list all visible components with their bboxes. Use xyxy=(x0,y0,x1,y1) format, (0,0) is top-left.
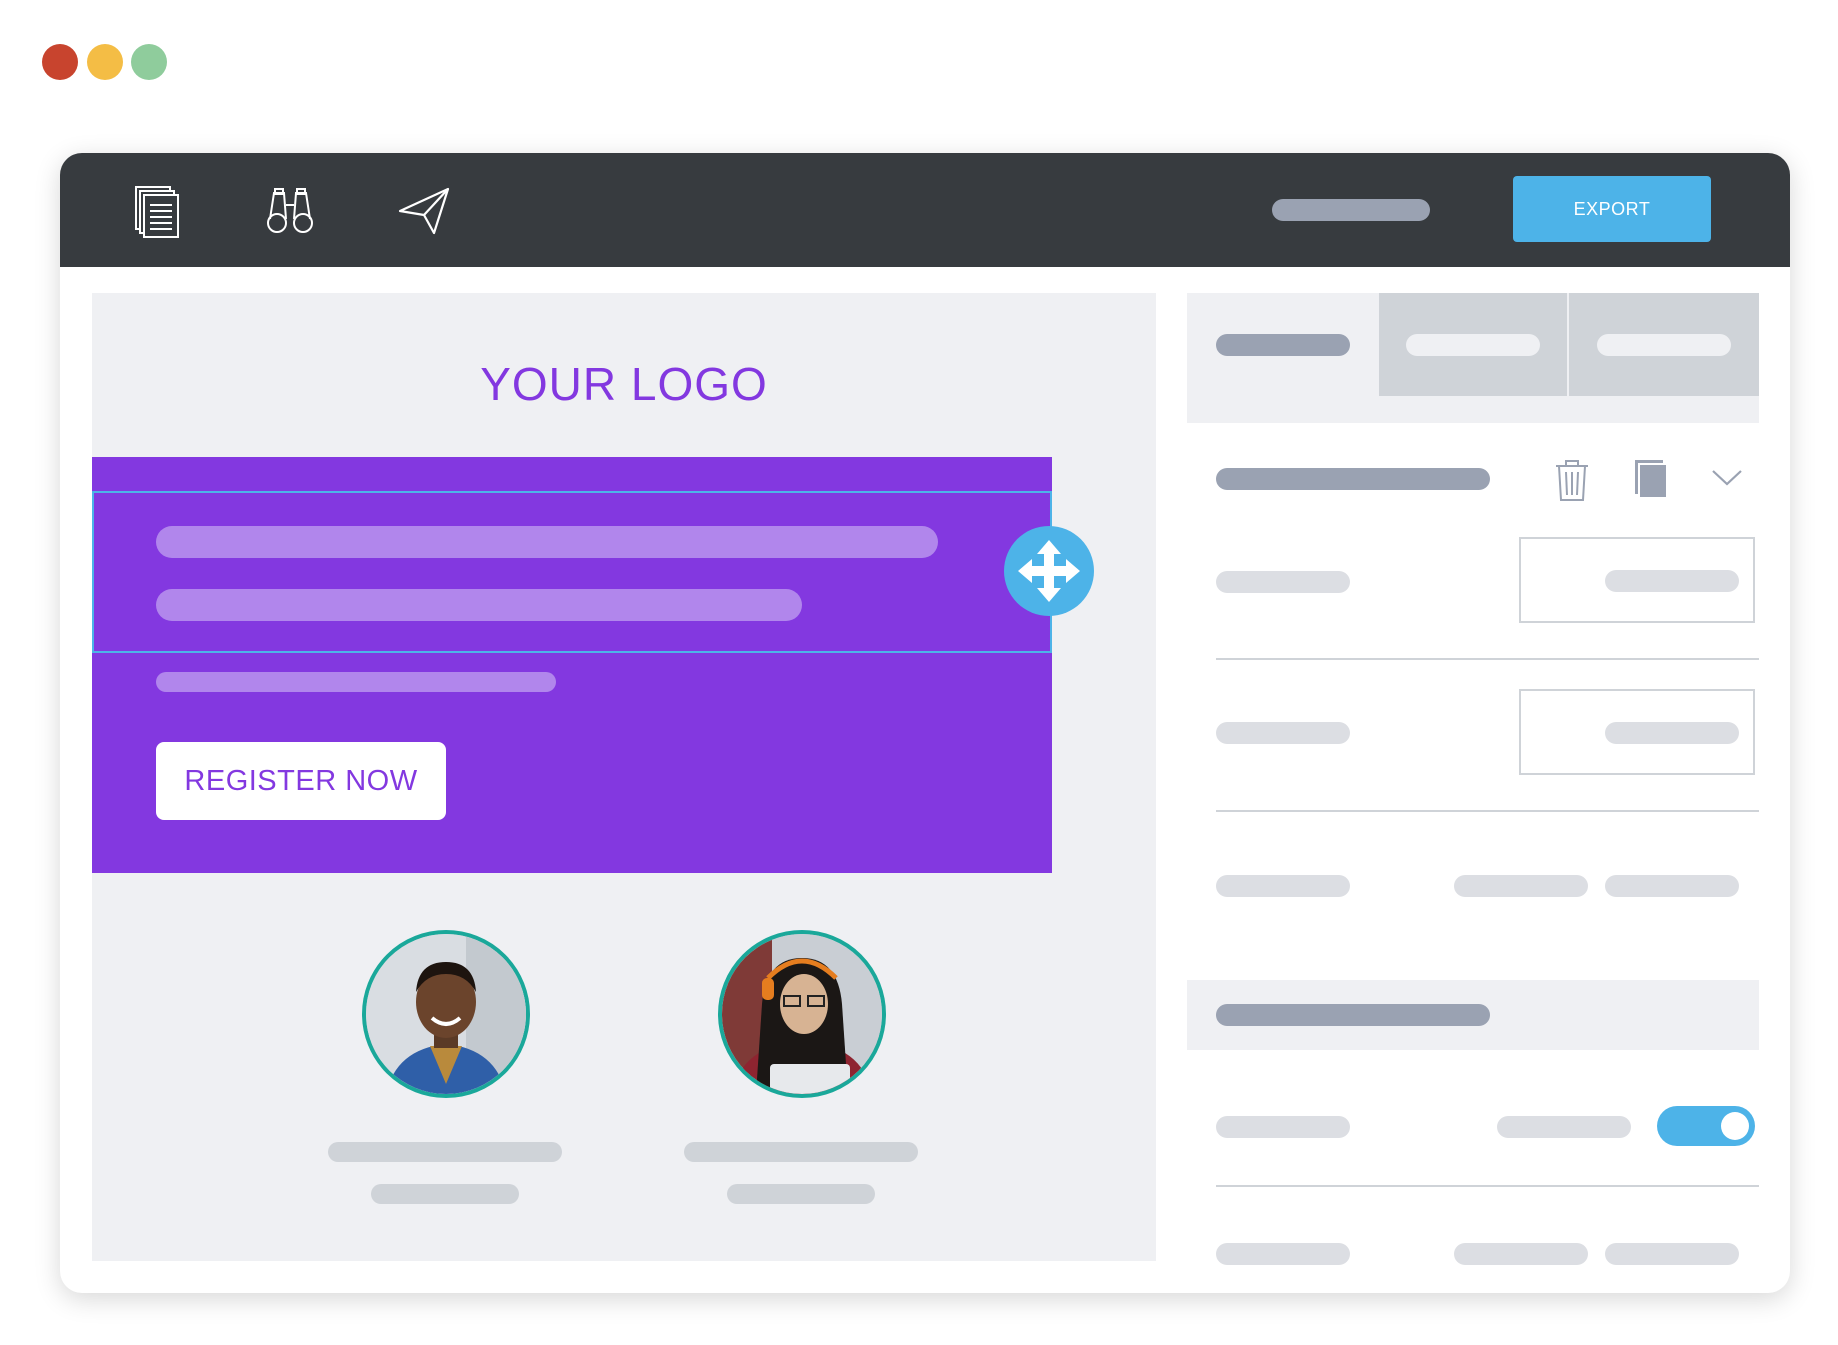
property-2-value xyxy=(1605,722,1739,744)
speaker-2-name-placeholder xyxy=(684,1142,918,1162)
hero-subtext-line xyxy=(156,672,556,692)
tab-2-label xyxy=(1406,334,1540,356)
tab-3[interactable] xyxy=(1569,293,1759,396)
move-handle[interactable] xyxy=(1004,526,1094,616)
chevron-down-icon[interactable] xyxy=(1710,465,1744,489)
editor-window: EXPORT YOUR LOGO REGISTER NOW xyxy=(60,153,1790,1293)
pages-icon[interactable] xyxy=(130,183,186,239)
toolbar-search-placeholder[interactable] xyxy=(1272,199,1430,221)
logo-text[interactable]: YOUR LOGO xyxy=(92,357,1156,411)
tab-1-label xyxy=(1216,334,1350,356)
headline-line-2 xyxy=(156,589,802,621)
divider xyxy=(1216,1185,1759,1187)
property-4-option-a[interactable] xyxy=(1454,1243,1588,1265)
toolbar: EXPORT xyxy=(60,153,1790,267)
tab-1[interactable] xyxy=(1187,293,1379,396)
copy-icon[interactable] xyxy=(1631,458,1668,500)
property-3-option-b[interactable] xyxy=(1605,875,1739,897)
window-minimize-button[interactable] xyxy=(87,44,123,80)
export-button[interactable]: EXPORT xyxy=(1513,176,1711,242)
move-arrows-icon xyxy=(1018,540,1080,602)
speaker-avatar-man[interactable] xyxy=(362,930,530,1098)
property-1-input[interactable] xyxy=(1519,537,1755,623)
speaker-2-title-placeholder xyxy=(727,1184,875,1204)
send-icon[interactable] xyxy=(396,183,452,239)
section-header[interactable] xyxy=(1187,980,1759,1050)
toggle-row-label xyxy=(1216,1116,1350,1138)
divider xyxy=(1216,810,1759,812)
window-maximize-button[interactable] xyxy=(131,44,167,80)
property-4-label xyxy=(1216,1243,1350,1265)
hero-block[interactable]: REGISTER NOW xyxy=(92,457,1094,873)
tab-3-label xyxy=(1597,334,1731,356)
speaker-avatar-woman[interactable] xyxy=(718,930,886,1098)
register-now-button[interactable]: REGISTER NOW xyxy=(156,742,446,820)
block-title-placeholder xyxy=(1216,468,1490,490)
email-canvas: YOUR LOGO REGISTER NOW xyxy=(92,293,1156,1261)
trash-icon[interactable] xyxy=(1552,457,1592,503)
selected-text-block[interactable] xyxy=(92,491,1052,653)
section-title-placeholder xyxy=(1216,1004,1490,1026)
panel-tabs xyxy=(1187,293,1759,423)
property-2-input[interactable] xyxy=(1519,689,1755,775)
toggle-switch[interactable] xyxy=(1657,1106,1755,1146)
window-close-button[interactable] xyxy=(42,44,78,80)
property-1-value xyxy=(1605,570,1739,592)
binoculars-icon[interactable] xyxy=(262,183,318,239)
toggle-knob xyxy=(1721,1112,1749,1140)
property-3-label xyxy=(1216,875,1350,897)
speaker-1-title-placeholder xyxy=(371,1184,519,1204)
tab-2[interactable] xyxy=(1379,293,1567,396)
speaker-1-name-placeholder xyxy=(328,1142,562,1162)
headline-line-1 xyxy=(156,526,938,558)
divider xyxy=(1216,658,1759,660)
property-2-label xyxy=(1216,722,1350,744)
property-4-option-b[interactable] xyxy=(1605,1243,1739,1265)
property-1-label xyxy=(1216,571,1350,593)
toggle-row-value xyxy=(1497,1116,1631,1138)
property-3-option-a[interactable] xyxy=(1454,875,1588,897)
